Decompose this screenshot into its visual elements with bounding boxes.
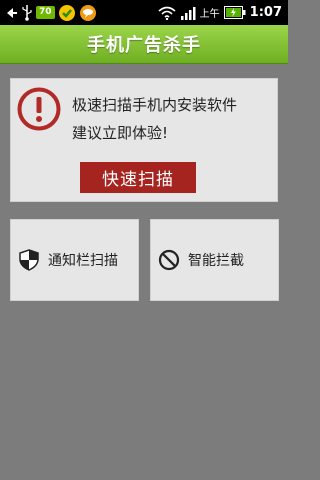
- page-title: 手机广告杀手: [87, 35, 201, 56]
- notification-scan-label: 通知栏扫描: [48, 253, 118, 269]
- wifi-icon: [158, 6, 176, 20]
- chat-notification-icon: [79, 4, 97, 22]
- promo-line-2: 建议立即体验!: [72, 124, 169, 142]
- battery-charging-icon: [223, 6, 246, 19]
- battery-badge: 70: [36, 6, 55, 19]
- scan-promo-card: 极速扫描手机内安装软件 建议立即体验! 快速扫描: [11, 79, 277, 201]
- block-icon: [158, 249, 180, 271]
- smart-block-tile[interactable]: 智能拦截: [151, 220, 278, 300]
- app-notification-icon: [58, 4, 76, 22]
- status-time: 1:07: [249, 5, 282, 20]
- shield-icon: [18, 249, 40, 271]
- back-icon: [4, 6, 18, 20]
- usb-icon: [21, 4, 33, 21]
- exclamation-icon: [16, 86, 62, 132]
- title-bar: 手机广告杀手: [0, 25, 288, 64]
- status-bar: 70 上午 1:07: [0, 0, 288, 25]
- smart-block-label: 智能拦截: [188, 253, 244, 269]
- signal-icon: [180, 6, 196, 20]
- promo-line-1: 极速扫描手机内安装软件: [72, 96, 238, 114]
- scan-promo-text: 极速扫描手机内安装软件 建议立即体验!: [72, 91, 272, 147]
- quick-scan-button[interactable]: 快速扫描: [80, 162, 196, 193]
- notification-scan-tile[interactable]: 通知栏扫描: [11, 220, 138, 300]
- status-ampm: 上午: [199, 9, 220, 20]
